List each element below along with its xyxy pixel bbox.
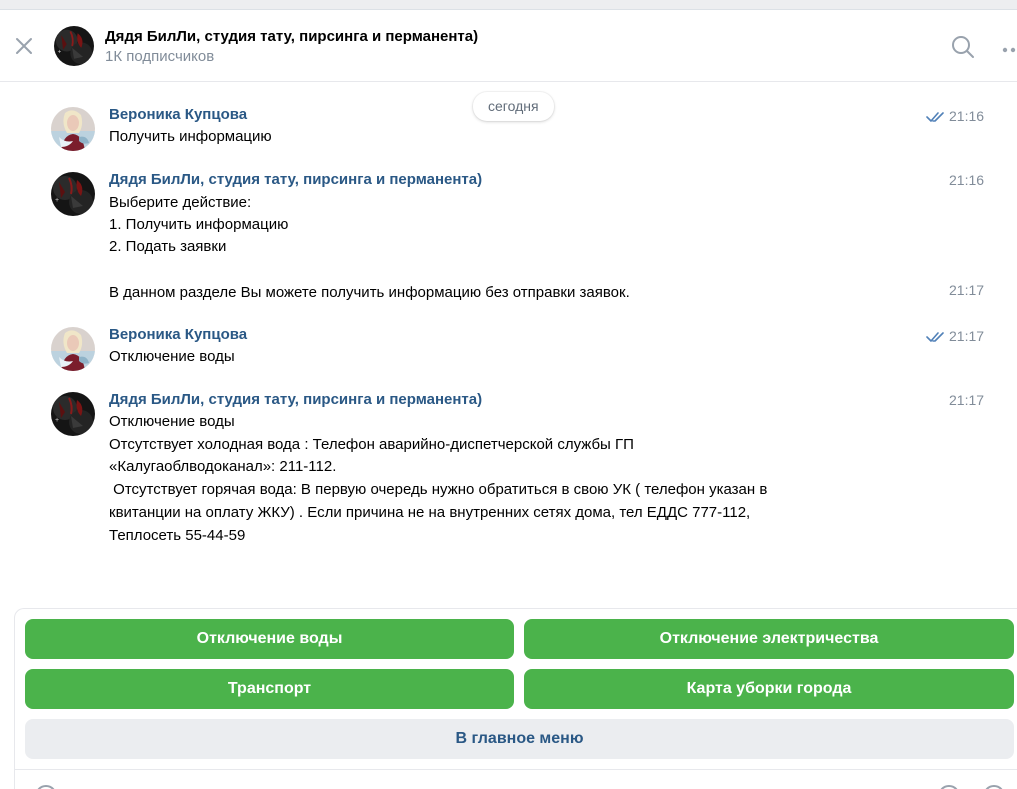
message-text: 1. Получить информацию <box>109 216 289 233</box>
bot-keyboard: Отключение воды Отключение электричества… <box>14 608 1017 789</box>
search-button[interactable] <box>950 34 976 60</box>
emoji-icon[interactable] <box>938 785 960 789</box>
message-text: Отсутствует горячая вода: В первую очере… <box>109 481 768 498</box>
message-text: Отключение воды <box>109 348 235 365</box>
search-icon <box>952 36 974 58</box>
message-text: Отключение воды <box>109 413 235 430</box>
message-text: Получить информацию <box>109 128 272 145</box>
message-text: Теплосеть 55-44-59 <box>109 527 246 544</box>
community-avatar[interactable] <box>54 26 94 66</box>
chat-title[interactable]: Дядя БилЛи, студия тату, пирсинга и перм… <box>105 28 478 45</box>
water-outage-button[interactable]: Отключение воды <box>25 619 514 659</box>
cleaning-map-button[interactable]: Карта уборки города <box>524 669 1014 709</box>
close-icon <box>16 38 32 54</box>
more-button[interactable] <box>1000 42 1017 53</box>
message-text: 2. Подать заявки <box>109 238 227 255</box>
avatar[interactable] <box>51 107 95 151</box>
message-time: 21:16 <box>949 172 985 188</box>
avatar[interactable] <box>51 172 95 216</box>
window-top-strip <box>0 0 1017 10</box>
date-divider: сегодня <box>473 92 554 121</box>
transport-button[interactable]: Транспорт <box>25 669 514 709</box>
chat-header: Дядя БилЛи, студия тату, пирсинга и перм… <box>0 10 1017 82</box>
message-time: 21:17 <box>949 282 985 298</box>
double-check-icon <box>926 332 944 342</box>
message-author[interactable]: Вероника Купцова <box>109 106 247 123</box>
composer-divider <box>15 769 1017 770</box>
message-time: 21:17 <box>949 328 985 344</box>
more-icon <box>1002 47 1016 53</box>
message-time: 21:17 <box>949 392 985 408</box>
power-outage-button[interactable]: Отключение электричества <box>524 619 1014 659</box>
message-author[interactable]: Дядя БилЛи, студия тату, пирсинга и перм… <box>109 391 482 408</box>
voice-icon[interactable] <box>983 785 1005 789</box>
message-text: Выберите действие: <box>109 194 252 211</box>
close-button[interactable] <box>10 32 38 60</box>
avatar[interactable] <box>51 327 95 371</box>
main-menu-button[interactable]: В главное меню <box>25 719 1014 759</box>
message-text: В данном разделе Вы можете получить инфо… <box>109 284 630 301</box>
message-text: «Калугаоблводоканал»: 211-112. <box>109 458 337 475</box>
message-text: Отсутствует холодная вода : Телефон авар… <box>109 436 634 453</box>
attach-icon[interactable] <box>35 785 57 789</box>
avatar[interactable] <box>51 392 95 436</box>
message-time: 21:16 <box>949 108 985 124</box>
subscriber-count: 1К подписчиков <box>105 48 215 65</box>
double-check-icon <box>926 112 944 122</box>
message-text: квитанции на оплату ЖКУ) . Если причина … <box>109 504 751 521</box>
message-author[interactable]: Дядя БилЛи, студия тату, пирсинга и перм… <box>109 171 482 188</box>
message-author[interactable]: Вероника Купцова <box>109 326 247 343</box>
